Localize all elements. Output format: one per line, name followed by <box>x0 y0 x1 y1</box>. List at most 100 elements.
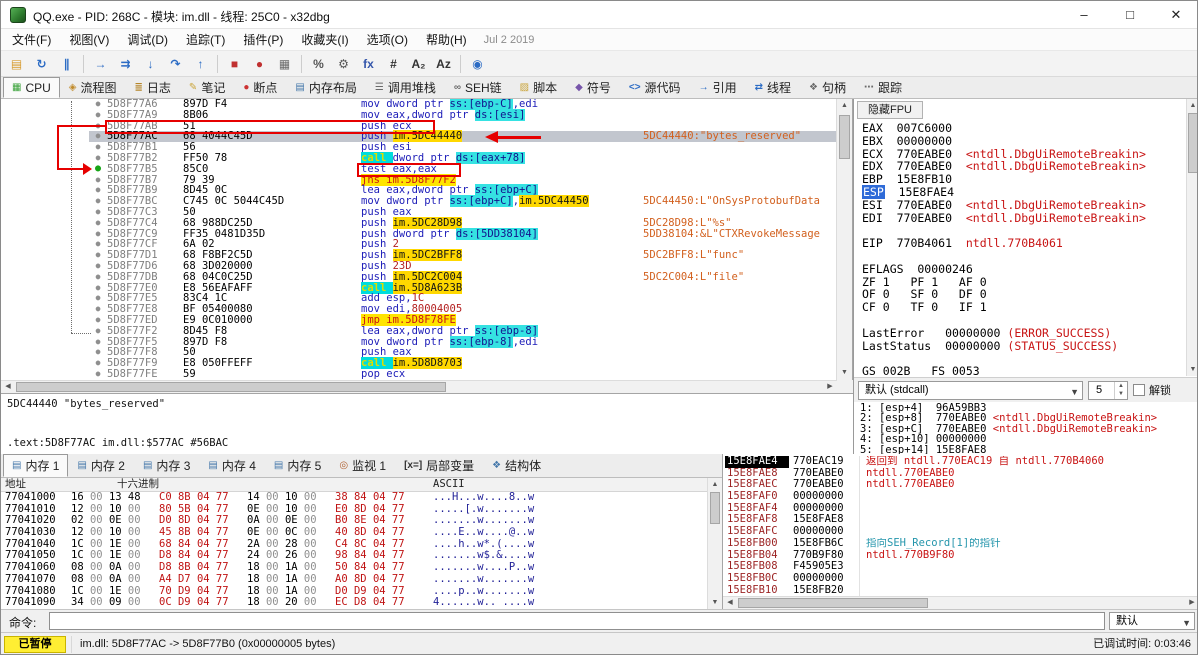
row-dot-icon[interactable]: ● <box>89 272 107 283</box>
menu-favourites[interactable]: 收藏夹(I) <box>292 29 357 51</box>
step-over-button[interactable]: ↷ <box>164 53 187 75</box>
menu-options[interactable]: 选项(O) <box>358 29 417 51</box>
tab-memory-2[interactable]: ▤ 内存 2 <box>68 454 133 477</box>
memory-map-tool-button[interactable]: ▦ <box>273 53 296 75</box>
row-dot-icon[interactable]: ● <box>89 110 107 121</box>
scroll-left-icon[interactable]: ◀ <box>723 597 737 609</box>
hash-tool-button[interactable]: # <box>382 53 405 75</box>
tab-threads[interactable]: ⇄ 线程 <box>746 77 800 98</box>
scrollbar-thumb[interactable] <box>1188 113 1197 173</box>
row-dot-icon[interactable]: ● <box>89 261 107 272</box>
row-dot-icon[interactable]: ● <box>89 185 107 196</box>
row-dot-icon[interactable]: ● <box>89 358 107 369</box>
disassembly-vscrollbar[interactable]: ▲ ▼ <box>836 99 852 380</box>
stack-hscrollbar[interactable]: ◀ ▶ <box>723 596 1197 609</box>
tab-memory-3[interactable]: ▤ 内存 3 <box>134 454 199 477</box>
disasm-row[interactable]: ● 5D8F77DB 68 04C0C25D push im.5DC2C004 5DC2… <box>1 270 837 283</box>
info-tool-button[interactable]: ◉ <box>466 53 489 75</box>
scroll-up-icon[interactable]: ▲ <box>708 478 722 491</box>
open-file-button[interactable]: ▤ <box>5 53 28 75</box>
row-dot-icon[interactable]: ● <box>89 315 107 326</box>
row-dot-icon[interactable]: ● <box>89 99 107 110</box>
scrollbar-thumb[interactable] <box>738 598 928 608</box>
stepper-arrows-icon[interactable]: ▲ ▼ <box>1114 381 1127 399</box>
row-dot-icon[interactable]: ● <box>89 250 107 261</box>
row-dot-icon[interactable]: ● <box>89 175 107 186</box>
tab-memory-1[interactable]: ▤ 内存 1 <box>3 454 69 477</box>
row-dot-icon[interactable]: ● <box>89 326 107 337</box>
tab-handles[interactable]: ❖ 句柄 <box>800 77 855 98</box>
step-into-button[interactable]: ↓ <box>139 53 162 75</box>
tab-references[interactable]: → 引用 <box>690 77 746 98</box>
scroll-up-icon[interactable]: ▲ <box>1187 99 1197 112</box>
stack-row[interactable]: 15E8FB00 15E8FB6C 指向SEH_Record[1]的指针 <box>725 537 1195 550</box>
scroll-left-icon[interactable]: ◀ <box>1 381 15 393</box>
tab-trace[interactable]: ⋯ 跟踪 <box>855 77 911 98</box>
tab-memory-4[interactable]: ▤ 内存 4 <box>199 454 264 477</box>
row-dot-icon[interactable]: ● <box>89 304 107 315</box>
scrollbar-thumb[interactable] <box>16 382 446 392</box>
tab-breakpoints[interactable]: ● 断点 <box>234 77 286 98</box>
menu-debug[interactable]: 调试(D) <box>118 29 177 51</box>
row-dot-icon[interactable]: ● <box>89 369 107 380</box>
scrollbar-thumb[interactable] <box>710 492 720 524</box>
pause-button[interactable]: ∥ <box>55 53 78 75</box>
restart-button[interactable]: ↻ <box>30 53 53 75</box>
breakpoint-dot-icon[interactable]: ● <box>89 163 107 175</box>
run-unhindered-button[interactable]: ⇉ <box>114 53 137 75</box>
stack-row[interactable]: 15E8FAE4 770EAC19 返回到 ntdll.770EAC19 自 ntd… <box>725 455 1195 468</box>
tab-source[interactable]: <> 源代码 <box>620 77 690 98</box>
minimize-button[interactable]: – <box>1061 1 1107 29</box>
tab-struct[interactable]: ❖ 结构体 <box>483 454 550 477</box>
tab-log[interactable]: ≣ 日志 <box>126 77 180 98</box>
scroll-down-icon[interactable]: ▼ <box>708 596 722 609</box>
menu-help[interactable]: 帮助(H) <box>417 29 476 51</box>
stack-row[interactable]: 15E8FAF0 00000000 <box>725 490 1195 503</box>
stop-button[interactable]: ■ <box>223 53 246 75</box>
menu-view[interactable]: 视图(V) <box>60 29 118 51</box>
registers-vscrollbar[interactable]: ▲ ▼ <box>1186 99 1197 376</box>
row-dot-icon[interactable]: ● <box>89 283 107 294</box>
tab-watch-1[interactable]: ◎ 监视 1 <box>330 454 395 477</box>
stack-row[interactable]: 15E8FB10 15E8FB20 <box>725 584 1195 597</box>
calling-convention-select[interactable]: 默认 (stdcall) ▼ <box>858 380 1083 400</box>
row-dot-icon[interactable]: ● <box>89 131 107 143</box>
close-button[interactable]: ✕ <box>1153 1 1197 29</box>
row-dot-icon[interactable]: ● <box>89 347 107 358</box>
tab-locals[interactable]: [x=] 局部变量 <box>395 454 483 477</box>
assemble-tool-button[interactable]: A₂ <box>407 53 430 75</box>
row-dot-icon[interactable]: ● <box>89 196 107 207</box>
case-tool-button[interactable]: Az <box>432 53 455 75</box>
tab-script[interactable]: ▨ 脚本 <box>511 77 566 98</box>
tab-memory-5[interactable]: ▤ 内存 5 <box>265 454 330 477</box>
register-line[interactable]: LastStatus 00000000 (STATUS_SUCCESS) <box>862 339 1184 353</box>
scrollbar-thumb[interactable] <box>839 115 850 159</box>
disasm-row[interactable]: ● 5D8F77B5 85C0 test eax,eax <box>1 163 837 175</box>
tab-notes[interactable]: ✎ 笔记 <box>180 77 234 98</box>
command-input[interactable] <box>49 612 1105 630</box>
breakpoint-toggle-button[interactable]: ● <box>248 53 271 75</box>
fx-tool-button[interactable]: fx <box>357 53 380 75</box>
tab-call-stack[interactable]: ☰ 调用堆栈 <box>366 77 445 98</box>
register-line[interactable]: EDI 770EABE0 <ntdll.DbgUiRemoteBreakin> <box>862 211 1184 225</box>
hide-fpu-button[interactable]: 隐藏FPU <box>857 101 923 119</box>
unlock-checkbox-wrap[interactable]: 解锁 <box>1133 382 1171 398</box>
menu-trace[interactable]: 追踪(T) <box>177 29 234 51</box>
disasm-row[interactable]: ● 5D8F77A9 8B06 mov eax,dword ptr ds:[esi] <box>1 108 837 121</box>
row-dot-icon[interactable]: ● <box>89 218 107 229</box>
settings-gear-button[interactable]: ⚙ <box>332 53 355 75</box>
tab-symbols[interactable]: ◆ 符号 <box>566 77 620 98</box>
row-dot-icon[interactable]: ● <box>89 293 107 304</box>
tab-graph[interactable]: ◈ 流程图 <box>60 77 126 98</box>
stack-row[interactable]: 15E8FB0C 00000000 <box>725 572 1195 585</box>
scroll-right-icon[interactable]: ▶ <box>1185 597 1197 609</box>
row-dot-icon[interactable]: ● <box>89 229 107 240</box>
scroll-right-icon[interactable]: ▶ <box>823 381 837 393</box>
maximize-button[interactable]: □ <box>1107 1 1153 29</box>
register-line[interactable]: CF 0 TF 0 IF 1 <box>862 301 1184 314</box>
scroll-up-icon[interactable]: ▲ <box>837 99 852 113</box>
row-dot-icon[interactable]: ● <box>89 121 107 132</box>
unlock-checkbox[interactable] <box>1133 384 1145 396</box>
command-script-select[interactable]: 默认 ▼ <box>1109 612 1195 630</box>
disassembly-hscrollbar[interactable]: ◀ ▶ <box>1 380 837 393</box>
